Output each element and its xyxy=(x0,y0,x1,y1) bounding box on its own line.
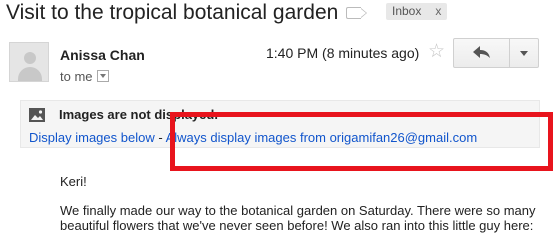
inbox-label-chip[interactable]: Inbox x xyxy=(386,3,448,20)
reply-button-group xyxy=(453,38,539,68)
sender-name[interactable]: Anissa Chan xyxy=(60,47,145,63)
display-images-below-link[interactable]: Display images below xyxy=(29,130,155,145)
message-timestamp: 1:40 PM (8 minutes ago) xyxy=(266,45,420,61)
recipient-line: to me xyxy=(60,69,109,84)
message-body: We finally made our way to the botanical… xyxy=(60,203,536,233)
recipient-text: to me xyxy=(60,69,93,84)
label-icon[interactable] xyxy=(346,7,367,19)
email-subject: Visit to the tropical botanical garden xyxy=(6,1,339,24)
inbox-label-text: Inbox xyxy=(392,4,422,18)
avatar-body xyxy=(18,67,42,81)
reply-button[interactable] xyxy=(454,39,510,67)
image-icon xyxy=(29,108,45,122)
email-view: Visit to the tropical botanical garden I… xyxy=(0,0,560,251)
message-greeting: Keri! xyxy=(60,174,87,189)
show-details-dropdown-icon[interactable] xyxy=(96,70,109,82)
avatar-head xyxy=(24,52,36,64)
remove-label-button[interactable]: x xyxy=(435,4,441,18)
star-icon[interactable]: ☆ xyxy=(428,42,445,62)
reply-icon xyxy=(473,46,490,58)
highlight-annotation-box xyxy=(170,112,553,171)
link-separator: - xyxy=(154,130,166,145)
sender-avatar-icon[interactable] xyxy=(9,42,49,82)
more-actions-button[interactable] xyxy=(510,39,538,67)
